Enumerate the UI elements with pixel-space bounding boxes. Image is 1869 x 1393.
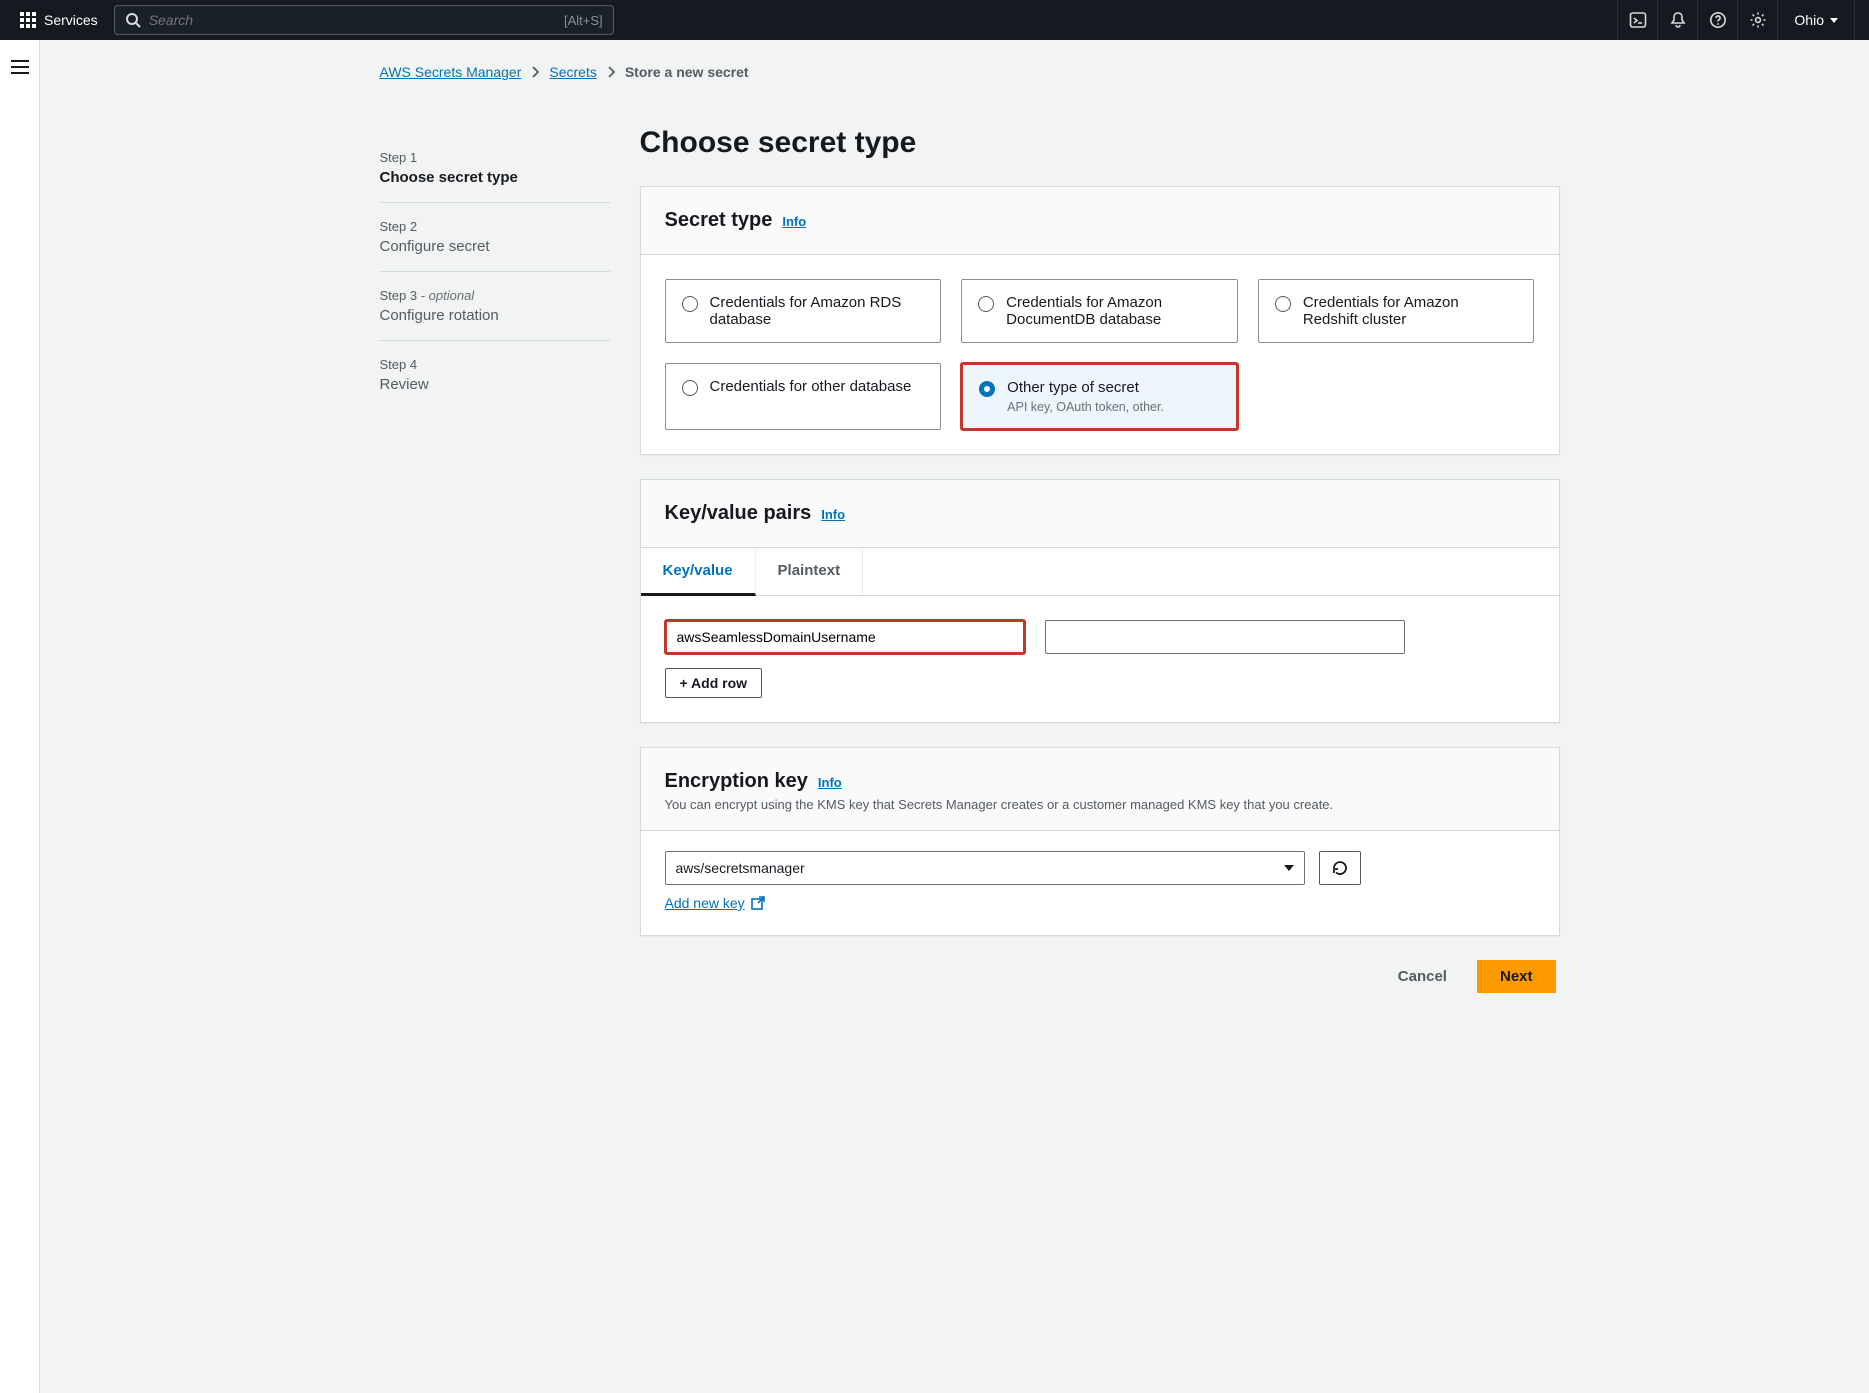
cloudshell-button[interactable] — [1617, 0, 1657, 40]
settings-button[interactable] — [1737, 0, 1777, 40]
add-new-key-link[interactable]: Add new key — [665, 895, 765, 911]
caret-down-icon — [1284, 865, 1294, 871]
wizard-footer: Cancel Next — [640, 960, 1560, 993]
next-button[interactable]: Next — [1477, 960, 1556, 993]
secret-type-panel: Secret type Info Credentials for Amazon … — [640, 186, 1560, 455]
notifications-button[interactable] — [1657, 0, 1697, 40]
radio-icon — [682, 380, 698, 396]
encryption-info-link[interactable]: Info — [818, 775, 842, 790]
terminal-icon — [1629, 11, 1647, 29]
external-link-icon — [751, 896, 765, 910]
top-navbar: Services [Alt+S] Ohio — [0, 0, 1869, 40]
search-input[interactable] — [149, 12, 564, 28]
secret-type-option-redshift[interactable]: Credentials for Amazon Redshift cluster — [1258, 279, 1535, 343]
topnav-right: Ohio — [1617, 0, 1855, 40]
side-drawer-collapsed — [0, 40, 40, 1393]
radio-icon — [1275, 296, 1291, 312]
page-title: Choose secret type — [640, 126, 1560, 160]
kv-info-link[interactable]: Info — [821, 507, 845, 522]
cancel-button[interactable]: Cancel — [1382, 960, 1463, 993]
secret-type-option-rds[interactable]: Credentials for Amazon RDS database — [665, 279, 942, 343]
breadcrumb-link[interactable]: Secrets — [549, 64, 596, 80]
secret-type-option-other-secret[interactable]: Other type of secret API key, OAuth toke… — [961, 363, 1238, 430]
wizard-steps: Step 1 Choose secret type Step 2 Configu… — [380, 100, 610, 993]
wizard-step-2[interactable]: Step 2 Configure secret — [380, 203, 610, 272]
wizard-step-4[interactable]: Step 4 Review — [380, 341, 610, 409]
kv-row — [665, 620, 1535, 654]
secret-type-info-link[interactable]: Info — [782, 214, 806, 229]
encryption-description: You can encrypt using the KMS key that S… — [665, 797, 1535, 812]
wizard-step-3[interactable]: Step 3 - optional Configure rotation — [380, 272, 610, 341]
encryption-key-select[interactable]: aws/secretsmanager — [665, 851, 1305, 885]
kv-heading: Key/value pairs — [665, 502, 812, 525]
hamburger-icon — [11, 60, 29, 74]
services-label: Services — [44, 12, 98, 28]
radio-selected-icon — [979, 381, 995, 397]
breadcrumb-link[interactable]: AWS Secrets Manager — [380, 64, 522, 80]
services-menu[interactable]: Services — [14, 12, 104, 28]
search-shortcut-hint: [Alt+S] — [564, 13, 603, 28]
search-icon — [125, 12, 141, 28]
kv-value-input[interactable] — [1045, 620, 1405, 654]
chevron-right-icon — [531, 66, 539, 78]
radio-icon — [682, 296, 698, 312]
radio-icon — [978, 296, 994, 312]
help-button[interactable] — [1697, 0, 1737, 40]
tab-plaintext[interactable]: Plaintext — [756, 548, 864, 595]
wizard-step-1[interactable]: Step 1 Choose secret type — [380, 134, 610, 203]
tab-key-value[interactable]: Key/value — [641, 548, 756, 596]
secret-type-option-documentdb[interactable]: Credentials for Amazon DocumentDB databa… — [961, 279, 1238, 343]
kv-tabs: Key/value Plaintext — [641, 548, 1559, 596]
breadcrumbs: AWS Secrets Manager Secrets Store a new … — [380, 64, 1560, 80]
refresh-icon — [1331, 859, 1349, 877]
region-selector[interactable]: Ohio — [1777, 0, 1855, 40]
encryption-key-selected-value: aws/secretsmanager — [676, 860, 805, 876]
encryption-panel: Encryption key Info You can encrypt usin… — [640, 747, 1560, 936]
chevron-right-icon — [607, 66, 615, 78]
services-grid-icon — [20, 12, 36, 28]
region-label: Ohio — [1794, 12, 1824, 28]
breadcrumb-current: Store a new secret — [625, 64, 749, 80]
secret-type-option-other-db[interactable]: Credentials for other database — [665, 363, 942, 430]
hamburger-button[interactable] — [11, 60, 29, 1393]
caret-down-icon — [1830, 18, 1838, 23]
help-icon — [1709, 11, 1727, 29]
encryption-heading: Encryption key — [665, 770, 808, 793]
key-value-panel: Key/value pairs Info Key/value Plaintext — [640, 479, 1560, 723]
secret-type-heading: Secret type — [665, 209, 773, 232]
add-row-button[interactable]: + Add row — [665, 668, 763, 698]
refresh-keys-button[interactable] — [1319, 851, 1361, 885]
bell-icon — [1669, 11, 1687, 29]
global-search[interactable]: [Alt+S] — [114, 5, 614, 35]
kv-key-input[interactable] — [665, 620, 1025, 654]
gear-icon — [1749, 11, 1767, 29]
